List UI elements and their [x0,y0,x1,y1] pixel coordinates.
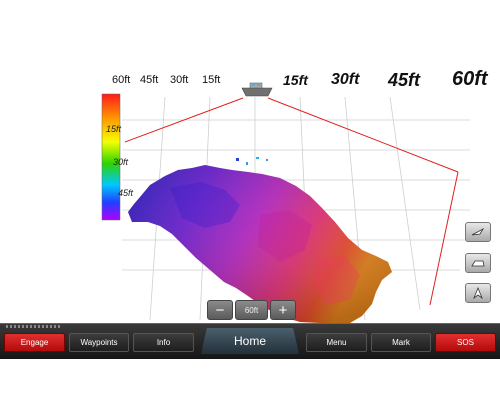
range-label-left-15: 15ft [202,74,221,86]
zoom-control: − 60ft + [207,300,300,320]
zoom-out-button[interactable]: − [207,300,233,320]
range-label-right-30: 30ft [331,71,360,88]
range-label-left-60: 60ft [112,74,131,86]
range-label-left-45: 45ft [140,74,159,86]
view-angle-icon [471,227,485,236]
waypoints-button[interactable]: Waypoints [69,333,129,352]
menu-button[interactable]: Menu [306,333,367,352]
range-label-right-60: 60ft [452,68,488,90]
sos-button[interactable]: SOS [435,333,496,352]
depth-label-30: 30ft [113,157,129,167]
range-label-right-45: 45ft [388,70,421,90]
view-angle-button[interactable] [465,222,491,242]
zoom-level: 60ft [235,300,268,320]
home-button[interactable]: Home [201,328,299,354]
range-label-left-30: 30ft [170,74,189,86]
boat-icon [241,82,273,97]
north-up-button[interactable] [465,283,491,303]
zoom-in-button[interactable]: + [270,300,296,320]
north-up-icon [473,287,483,299]
info-button[interactable]: Info [133,333,194,352]
pan-button[interactable] [465,253,491,273]
toolbar-grip[interactable] [6,325,61,328]
engage-button[interactable]: Engage [4,333,65,352]
depth-label-15: 15ft [106,124,122,134]
mark-button[interactable]: Mark [371,333,431,352]
depth-label-45: 45ft [118,188,134,198]
pan-icon [471,260,485,267]
range-label-right-15: 15ft [283,72,308,88]
